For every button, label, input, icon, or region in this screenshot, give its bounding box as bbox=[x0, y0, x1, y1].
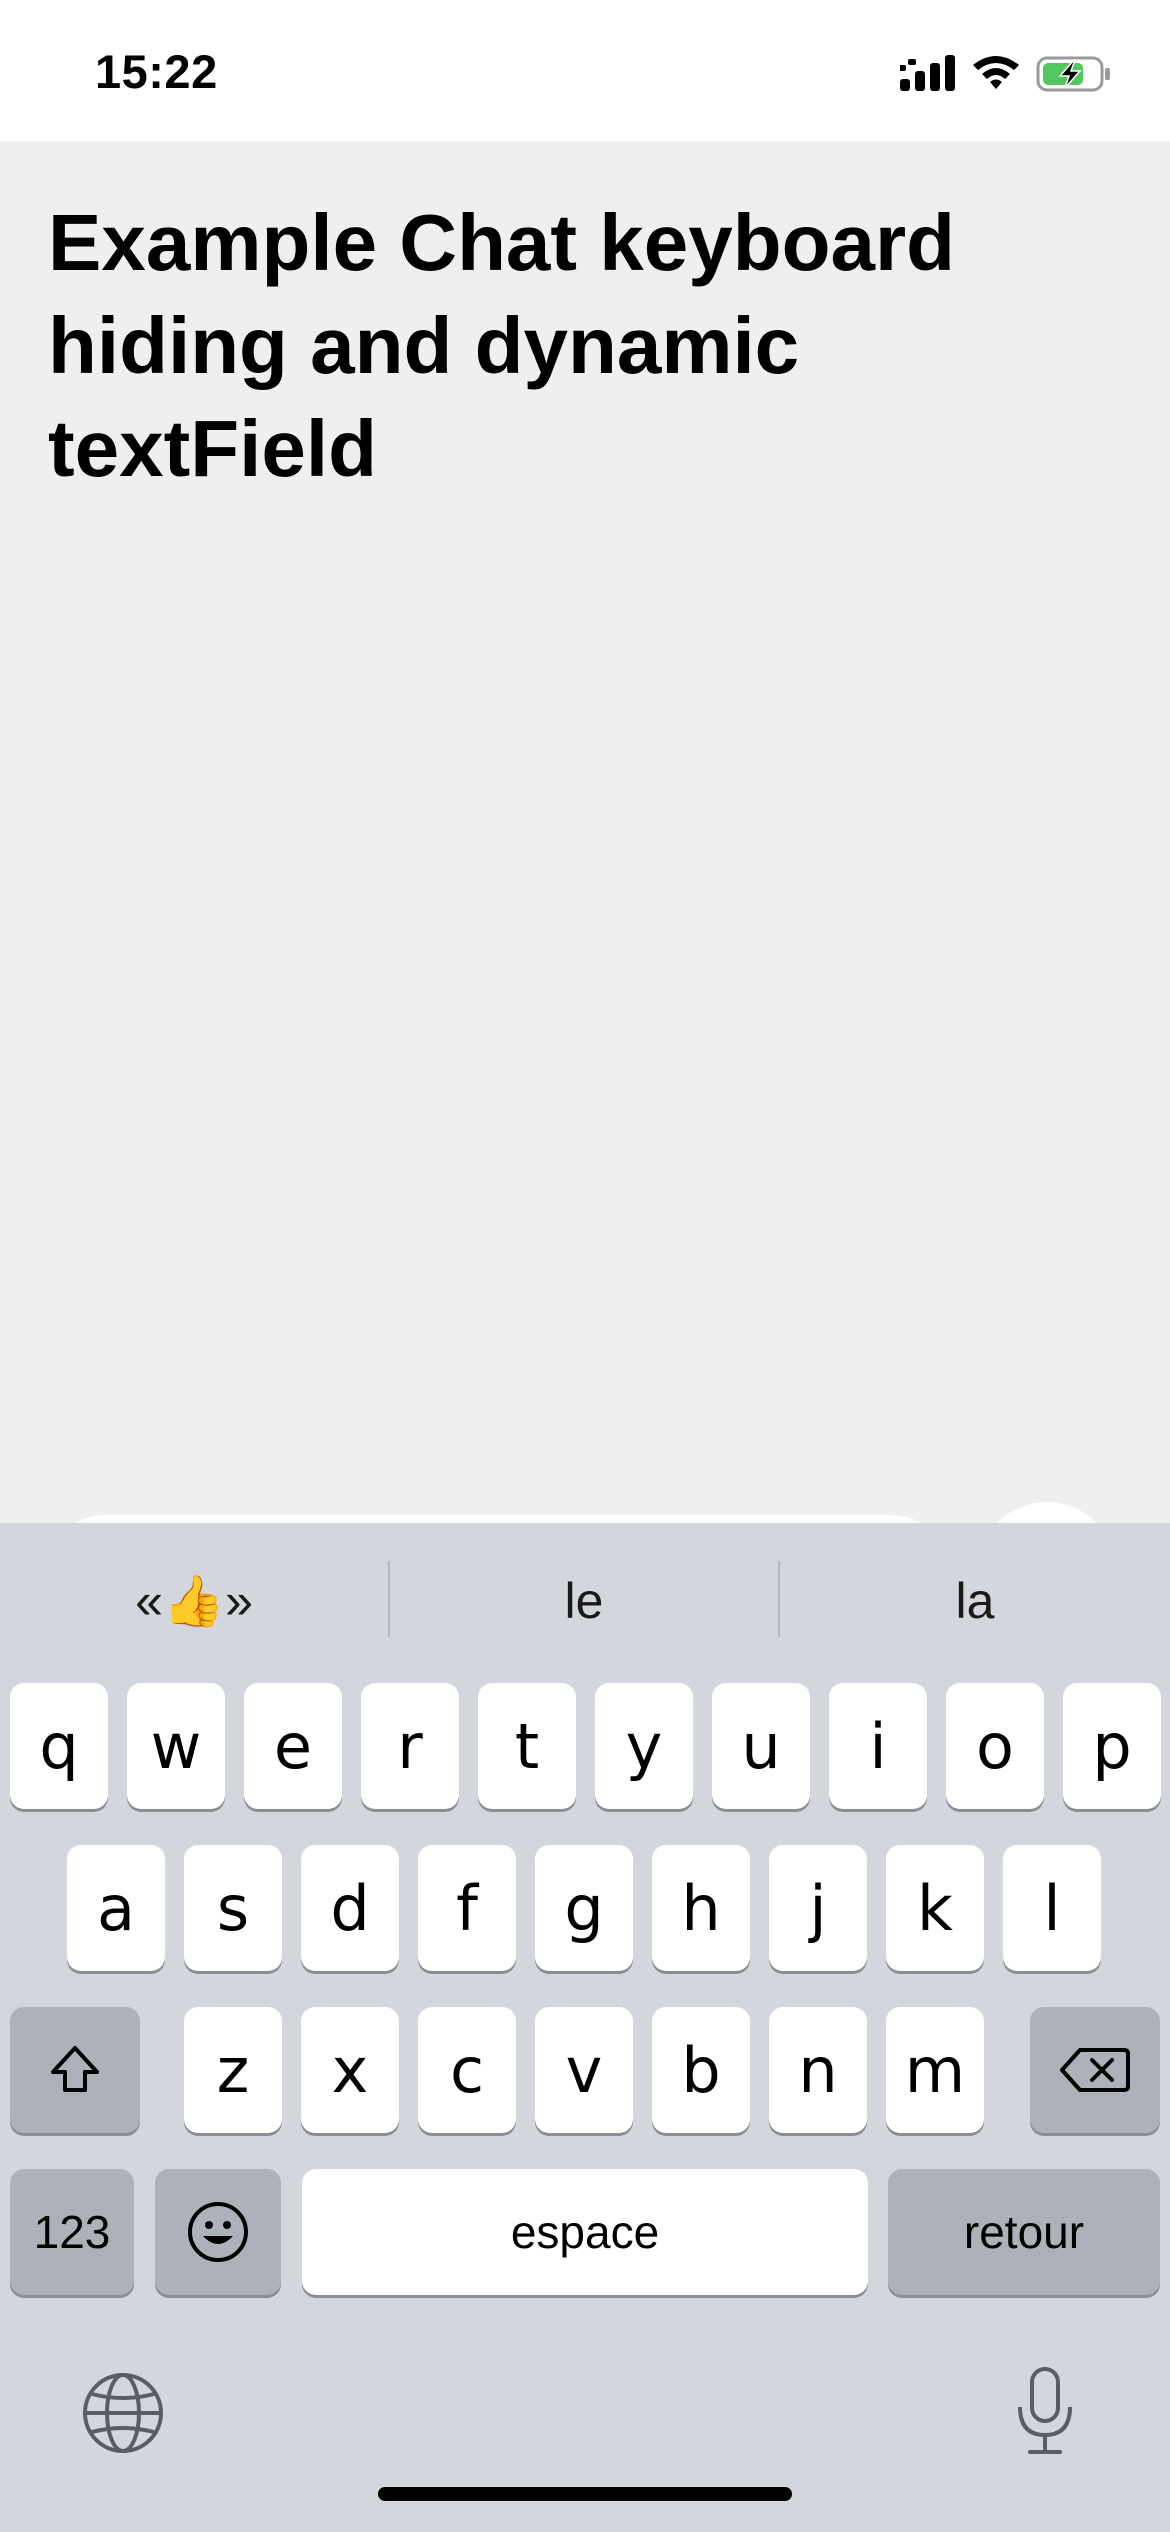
suggestion-2[interactable]: le bbox=[390, 1523, 778, 1679]
key-h[interactable]: h bbox=[652, 1845, 750, 1971]
cellular-signal-icon bbox=[900, 55, 955, 91]
shift-key[interactable] bbox=[10, 2007, 140, 2133]
key-s[interactable]: s bbox=[184, 1845, 282, 1971]
keyboard: «👍» le la q w e r t y u i o p a s d f g … bbox=[0, 1523, 1170, 2532]
key-w[interactable]: w bbox=[127, 1683, 225, 1809]
suggestion-3[interactable]: la bbox=[780, 1523, 1170, 1679]
wifi-icon bbox=[973, 56, 1019, 89]
home-indicator bbox=[378, 2487, 792, 2501]
key-c[interactable]: c bbox=[418, 2007, 516, 2133]
emoji-icon bbox=[188, 2202, 248, 2262]
numbers-key[interactable]: 123 bbox=[10, 2169, 134, 2295]
key-b[interactable]: b bbox=[652, 2007, 750, 2133]
key-p[interactable]: p bbox=[1063, 1683, 1161, 1809]
globe-button[interactable] bbox=[80, 2370, 166, 2456]
key-z[interactable]: z bbox=[184, 2007, 282, 2133]
key-l[interactable]: l bbox=[1003, 1845, 1101, 1971]
key-r[interactable]: r bbox=[361, 1683, 459, 1809]
return-key-label: retour bbox=[963, 2206, 1085, 2258]
page-title: Example Chat keyboard hiding and dynamic… bbox=[48, 198, 955, 493]
emoji-key[interactable] bbox=[155, 2169, 281, 2295]
key-k[interactable]: k bbox=[886, 1845, 984, 1971]
return-key[interactable]: retour bbox=[888, 2169, 1160, 2295]
key-o[interactable]: o bbox=[946, 1683, 1044, 1809]
key-t[interactable]: t bbox=[478, 1683, 576, 1809]
key-m[interactable]: m bbox=[886, 2007, 984, 2133]
status-bar: 15:22 bbox=[0, 0, 1170, 141]
space-key[interactable]: espace bbox=[302, 2169, 868, 2295]
status-icons bbox=[900, 52, 1112, 96]
battery-charging-icon bbox=[1036, 56, 1110, 92]
globe-icon bbox=[83, 2373, 163, 2453]
key-a[interactable]: a bbox=[67, 1845, 165, 1971]
key-q[interactable]: q bbox=[10, 1683, 108, 1809]
chat-content-area: Example Chat keyboard hiding and dynamic… bbox=[0, 141, 1170, 1640]
key-n[interactable]: n bbox=[769, 2007, 867, 2133]
key-x[interactable]: x bbox=[301, 2007, 399, 2133]
key-v[interactable]: v bbox=[535, 2007, 633, 2133]
key-e[interactable]: e bbox=[244, 1683, 342, 1809]
dictation-button[interactable] bbox=[1010, 2365, 1080, 2457]
status-time: 15:22 bbox=[95, 45, 218, 98]
microphone-icon bbox=[1018, 2367, 1072, 2454]
shift-icon bbox=[51, 2046, 99, 2092]
key-i[interactable]: i bbox=[829, 1683, 927, 1809]
suggestion-1[interactable]: «👍» bbox=[0, 1523, 388, 1679]
delete-key[interactable] bbox=[1030, 2007, 1160, 2133]
key-f[interactable]: f bbox=[418, 1845, 516, 1971]
numbers-key-label: 123 bbox=[33, 2206, 111, 2258]
key-d[interactable]: d bbox=[301, 1845, 399, 1971]
delete-icon bbox=[1060, 2048, 1130, 2092]
suggestion-bar: «👍» le la bbox=[0, 1523, 1170, 1679]
key-g[interactable]: g bbox=[535, 1845, 633, 1971]
key-j[interactable]: j bbox=[769, 1845, 867, 1971]
space-key-label: espace bbox=[510, 2206, 660, 2258]
key-y[interactable]: y bbox=[595, 1683, 693, 1809]
key-u[interactable]: u bbox=[712, 1683, 810, 1809]
